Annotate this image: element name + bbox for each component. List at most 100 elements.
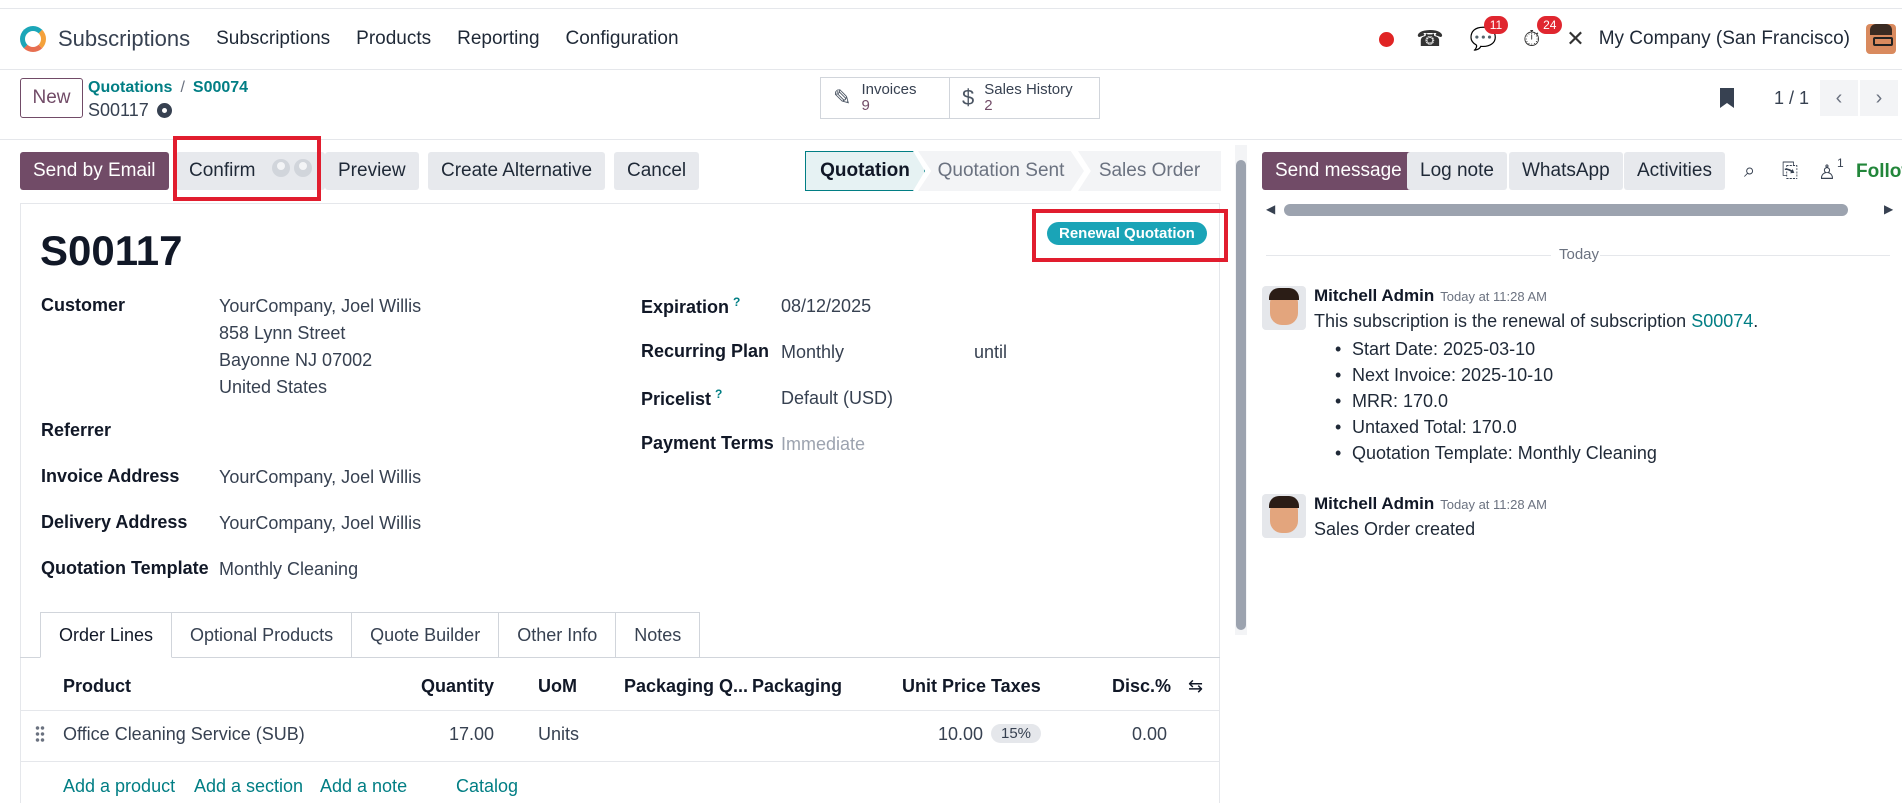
preview-button[interactable]: Preview	[325, 152, 419, 190]
message-author[interactable]: Mitchell Admin Today at 11:28 AM	[1314, 286, 1547, 306]
pager-previous-icon[interactable]: ‹	[1820, 80, 1858, 116]
referrer-label: Referrer	[41, 420, 112, 440]
author-avatar[interactable]	[1262, 494, 1306, 538]
follow-button[interactable]: Follow	[1856, 161, 1902, 183]
app-name[interactable]: Subscriptions	[58, 26, 190, 52]
pager-next-icon[interactable]: ›	[1860, 80, 1898, 116]
line-tax-badge[interactable]: 15%	[991, 724, 1042, 743]
message-link-s00074[interactable]: S00074	[1691, 311, 1753, 331]
form-scrollbar[interactable]	[1235, 145, 1247, 635]
tab-other-info[interactable]: Other Info	[499, 612, 617, 658]
message-body: This subscription is the renewal of subs…	[1314, 311, 1759, 331]
attachment-icon[interactable]: ⎘	[1782, 160, 1798, 183]
pricelist-field[interactable]: Default (USD)	[781, 385, 893, 412]
author-avatar[interactable]	[1262, 286, 1306, 330]
delivery-address-field[interactable]: YourCompany, Joel Willis	[219, 510, 421, 537]
quotation-template-label: Quotation Template	[41, 558, 209, 578]
user-avatar[interactable]	[1866, 24, 1896, 54]
scroll-left-icon[interactable]: ◀	[1266, 202, 1275, 216]
invoice-address-label: Invoice Address	[41, 466, 180, 486]
new-button[interactable]: New	[20, 78, 83, 118]
add-section-link[interactable]: Add a section	[194, 776, 303, 797]
pricelist-label: Pricelist?	[641, 387, 722, 410]
expiration-field[interactable]: 08/12/2025	[781, 293, 871, 320]
drag-handle-icon[interactable]	[35, 725, 45, 743]
tools-icon[interactable]: ✕	[1566, 26, 1584, 52]
stage-quotation-sent[interactable]: Quotation Sent	[918, 151, 1084, 191]
log-note-button[interactable]: Log note	[1407, 152, 1507, 190]
form-scrollbar-thumb[interactable]	[1236, 160, 1246, 630]
line-uom[interactable]: Units	[538, 724, 579, 745]
col-taxes[interactable]: Taxes	[991, 676, 1041, 697]
recording-indicator-icon[interactable]	[1379, 31, 1395, 47]
whatsapp-button[interactable]: WhatsApp	[1509, 152, 1623, 190]
col-unit-price[interactable]: Unit Price	[902, 676, 986, 697]
add-product-link[interactable]: Add a product	[63, 776, 175, 797]
line-quantity[interactable]: 17.00	[449, 724, 494, 745]
cancel-button[interactable]: Cancel	[614, 152, 700, 190]
scroll-right-icon[interactable]: ▶	[1884, 202, 1893, 216]
gear-icon[interactable]	[156, 103, 172, 118]
stage-quotation[interactable]: Quotation	[805, 151, 925, 191]
breadcrumb-s00074[interactable]: S00074	[193, 79, 248, 96]
menu-configuration[interactable]: Configuration	[566, 28, 679, 50]
message-text: This subscription is the renewal of subs…	[1314, 311, 1687, 331]
search-icon[interactable]: ⌕	[1744, 160, 1755, 183]
messages-badge: 11	[1483, 16, 1509, 34]
send-message-button[interactable]: Send message	[1262, 152, 1415, 190]
app-logo-icon[interactable]	[18, 24, 48, 54]
activities-button[interactable]: Activities	[1624, 152, 1725, 190]
pricelist-help-icon[interactable]: ?	[715, 387, 722, 401]
pager-value[interactable]: 1 / 1	[1774, 88, 1809, 109]
create-alternative-button[interactable]: Create Alternative	[428, 152, 606, 190]
line-unit-price[interactable]: 10.00	[938, 724, 983, 745]
col-packaging-qty[interactable]: Packaging Q...	[624, 676, 748, 697]
sales-history-smart-button[interactable]: $ Sales History 2	[949, 77, 1100, 119]
col-discount[interactable]: Disc.%	[1112, 676, 1171, 697]
activities-clock-icon[interactable]: ⏱ 24	[1523, 16, 1563, 52]
menu-subscriptions[interactable]: Subscriptions	[216, 28, 330, 50]
payment-terms-field[interactable]: Immediate	[781, 431, 865, 458]
col-uom[interactable]: UoM	[538, 676, 577, 697]
bookmark-icon[interactable]	[1720, 88, 1734, 108]
invoices-smart-button[interactable]: ✎ Invoices 9	[820, 77, 950, 119]
col-packaging[interactable]: Packaging	[752, 676, 842, 697]
messages-icon[interactable]: 💬 11	[1470, 16, 1509, 52]
expiration-help-icon[interactable]: ?	[733, 295, 740, 309]
catalog-link[interactable]: Catalog	[456, 776, 518, 797]
chatter-horizontal-scrollbar[interactable]	[1284, 204, 1848, 216]
quotation-template-field[interactable]: Monthly Cleaning	[219, 556, 358, 583]
col-product[interactable]: Product	[63, 676, 131, 697]
line-product[interactable]: Office Cleaning Service (SUB)	[63, 724, 305, 745]
tab-notes[interactable]: Notes	[616, 612, 701, 658]
dollar-icon: $	[962, 85, 975, 110]
invoice-address-field[interactable]: YourCompany, Joel Willis	[219, 464, 421, 491]
menu-reporting[interactable]: Reporting	[457, 28, 539, 50]
tab-quote-builder[interactable]: Quote Builder	[352, 612, 500, 658]
message-author[interactable]: Mitchell Admin Today at 11:28 AM	[1314, 494, 1547, 514]
stage-sales-order[interactable]: Sales Order	[1078, 151, 1221, 191]
menu-products[interactable]: Products	[356, 28, 431, 50]
company-switcher[interactable]: My Company (San Francisco)	[1599, 28, 1850, 50]
pricelist-label-text: Pricelist	[641, 389, 712, 409]
confirm-highlight-box	[173, 136, 321, 201]
tab-order-lines[interactable]: Order Lines	[40, 612, 173, 658]
message-author-name: Mitchell Admin	[1314, 286, 1435, 305]
add-note-link[interactable]: Add a note	[320, 776, 407, 797]
until-label: until	[974, 342, 1008, 362]
breadcrumb-quotations[interactable]: Quotations	[88, 79, 172, 96]
phone-icon[interactable]: ☎	[1416, 26, 1443, 52]
list-item: Next Invoice: 2025-10-10	[1335, 362, 1657, 388]
column-settings-icon[interactable]: ⇆	[1188, 676, 1203, 697]
col-quantity[interactable]: Quantity	[421, 676, 494, 697]
delivery-address-label: Delivery Address	[41, 512, 188, 532]
recurring-plan-field[interactable]: Monthly	[781, 339, 844, 366]
send-by-email-button[interactable]: Send by Email	[20, 152, 169, 190]
breadcrumb: Quotations / S00074	[88, 79, 248, 97]
sales-history-label: Sales History	[984, 81, 1073, 98]
line-discount[interactable]: 0.00	[1132, 724, 1167, 745]
tab-optional-products[interactable]: Optional Products	[172, 612, 353, 658]
header-divider	[20, 710, 1220, 711]
customer-field[interactable]: YourCompany, Joel Willis 858 Lynn Street…	[219, 293, 421, 401]
followers-icon[interactable]: ♙	[1818, 160, 1836, 185]
